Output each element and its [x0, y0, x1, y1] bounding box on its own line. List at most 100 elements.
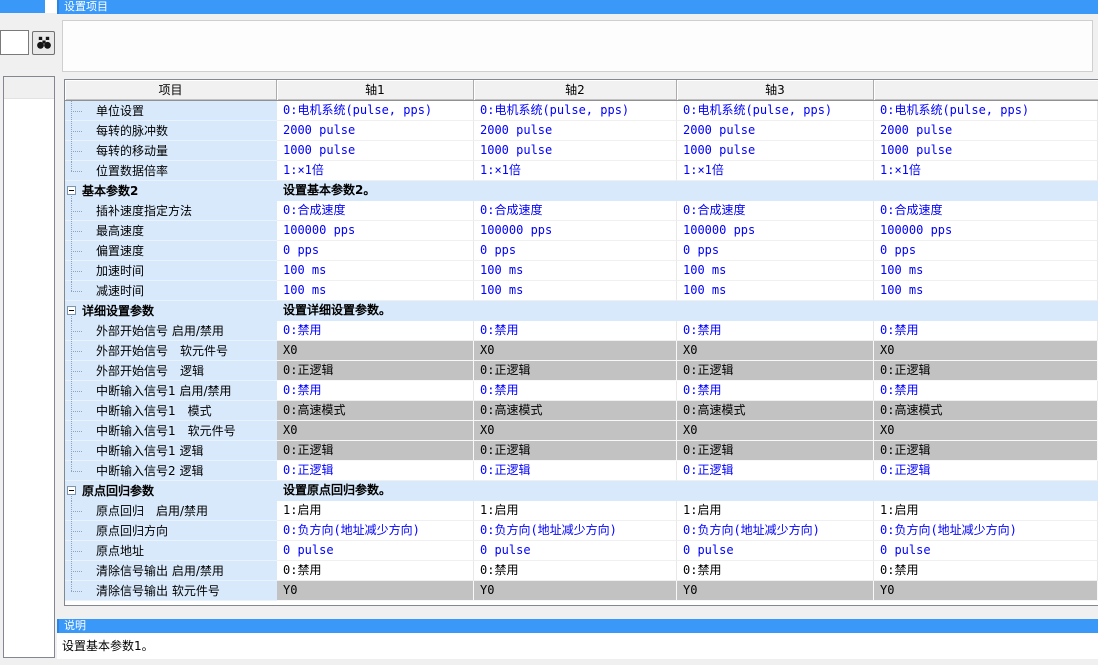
param-value-cell-axis4[interactable]: 1:启用 [874, 501, 1098, 521]
tree-item-cell[interactable]: 插补速度指定方法 [65, 201, 277, 221]
param-value-cell-axis2[interactable]: 1:启用 [474, 501, 677, 521]
param-value-cell-axis3[interactable]: 100000 pps [677, 221, 874, 241]
param-value-cell-axis1[interactable]: 0:禁用 [277, 321, 474, 341]
param-value-cell-axis1[interactable]: 0:禁用 [277, 381, 474, 401]
tree-item-cell[interactable]: 减速时间 [65, 281, 277, 301]
tree-item-cell[interactable]: 中断输入信号1 软元件号 [65, 421, 277, 441]
param-value-cell-axis4: Y0 [874, 581, 1098, 601]
param-value-cell-axis3[interactable]: 0:禁用 [677, 381, 874, 401]
param-value-cell-axis1[interactable]: 0 pps [277, 241, 474, 261]
param-value-cell-axis1[interactable]: 100000 pps [277, 221, 474, 241]
tree-item-cell[interactable]: 位置数据倍率 [65, 161, 277, 181]
param-value-cell-axis2[interactable]: 0:禁用 [474, 561, 677, 581]
tree-item-cell[interactable]: 外部开始信号 软元件号 [65, 341, 277, 361]
param-value-cell-axis1[interactable]: 0:禁用 [277, 561, 474, 581]
param-value-cell-axis3[interactable]: 1:×1倍 [677, 161, 874, 181]
tree-item-cell[interactable]: 最高速度 [65, 221, 277, 241]
param-value-cell-axis4[interactable]: 1:×1倍 [874, 161, 1098, 181]
param-value-cell-axis2[interactable]: 100 ms [474, 261, 677, 281]
param-value-cell-axis2[interactable]: 100000 pps [474, 221, 677, 241]
param-value-cell-axis1[interactable]: 1:×1倍 [277, 161, 474, 181]
param-value-cell-axis1[interactable]: 0:电机系统(pulse, pps) [277, 101, 474, 121]
param-value-cell-axis4[interactable]: 0:电机系统(pulse, pps) [874, 101, 1098, 121]
tree-item-cell[interactable]: 每转的脉冲数 [65, 121, 277, 141]
tree-item-cell[interactable]: 中断输入信号2 逻辑 [65, 461, 277, 481]
tree-item-cell[interactable]: 中断输入信号1 逻辑 [65, 441, 277, 461]
tree-item-cell[interactable]: 中断输入信号1 启用/禁用 [65, 381, 277, 401]
param-value-cell-axis3: 0:正逻辑 [677, 441, 874, 461]
tree-item-cell[interactable]: 原点回归 启用/禁用 [65, 501, 277, 521]
param-row: 加速时间100 ms100 ms100 ms100 ms [65, 261, 1098, 281]
param-value-cell-axis4[interactable]: 0:禁用 [874, 561, 1098, 581]
tree-item-cell[interactable]: 原点地址 [65, 541, 277, 561]
param-value-cell-axis4[interactable]: 0:正逻辑 [874, 461, 1098, 481]
param-value-cell-axis1[interactable]: 2000 pulse [277, 121, 474, 141]
param-value-cell-axis2[interactable]: 0:正逻辑 [474, 461, 677, 481]
param-value-cell-axis3[interactable]: 0:正逻辑 [677, 461, 874, 481]
tree-item-cell[interactable]: 每转的移动量 [65, 141, 277, 161]
param-value-cell-axis2[interactable]: 100 ms [474, 281, 677, 301]
param-value-cell-axis4[interactable]: 0 pulse [874, 541, 1098, 561]
param-value-cell-axis1[interactable]: 0 pulse [277, 541, 474, 561]
param-value-cell-axis4[interactable]: 100 ms [874, 281, 1098, 301]
param-value-cell-axis3[interactable]: 0:负方向(地址减少方向) [677, 521, 874, 541]
tree-item-cell[interactable]: 原点回归方向 [65, 521, 277, 541]
collapse-minus-icon[interactable] [67, 306, 76, 315]
param-value-cell-axis2[interactable]: 2000 pulse [474, 121, 677, 141]
param-value-cell-axis2[interactable]: 0 pulse [474, 541, 677, 561]
empty-toolbar-area [62, 20, 1093, 72]
param-value-cell-axis3[interactable]: 0:禁用 [677, 561, 874, 581]
param-value-cell-axis2[interactable]: 0:禁用 [474, 381, 677, 401]
param-value-cell-axis4[interactable]: 1000 pulse [874, 141, 1098, 161]
param-value-cell-axis1[interactable]: 0:合成速度 [277, 201, 474, 221]
param-value-cell-axis4[interactable]: 0 pps [874, 241, 1098, 261]
param-value-cell-axis3[interactable]: 0:合成速度 [677, 201, 874, 221]
param-value-cell-axis2[interactable]: 0:合成速度 [474, 201, 677, 221]
param-value-cell-axis1[interactable]: 0:正逻辑 [277, 461, 474, 481]
param-value-cell-axis3[interactable]: 0:电机系统(pulse, pps) [677, 101, 874, 121]
tree-item-cell[interactable]: 清除信号输出 启用/禁用 [65, 561, 277, 581]
collapse-minus-icon[interactable] [67, 486, 76, 495]
param-value-cell-axis4[interactable]: 2000 pulse [874, 121, 1098, 141]
param-value-cell-axis2[interactable]: 1:×1倍 [474, 161, 677, 181]
description-panel-titlebar: 说明 [57, 619, 1098, 633]
tree-item-cell[interactable]: 加速时间 [65, 261, 277, 281]
param-value-cell-axis3[interactable]: 2000 pulse [677, 121, 874, 141]
param-value-cell-axis2: X0 [474, 421, 677, 441]
param-value-cell-axis4[interactable]: 100000 pps [874, 221, 1098, 241]
tree-group-cell[interactable]: 原点回归参数 [65, 481, 277, 501]
param-value-cell-axis3[interactable]: 1:启用 [677, 501, 874, 521]
param-value-cell-axis3[interactable]: 0 pps [677, 241, 874, 261]
tree-item-cell[interactable]: 中断输入信号1 模式 [65, 401, 277, 421]
param-value-cell-axis4[interactable]: 0:禁用 [874, 321, 1098, 341]
param-value-cell-axis2[interactable]: 1000 pulse [474, 141, 677, 161]
tree-group-cell[interactable]: 基本参数2 [65, 181, 277, 201]
param-value-cell-axis2[interactable]: 0:负方向(地址减少方向) [474, 521, 677, 541]
tree-item-cell[interactable]: 单位设置 [65, 101, 277, 121]
find-button[interactable] [32, 31, 55, 55]
collapse-minus-icon[interactable] [67, 186, 76, 195]
param-value-cell-axis2[interactable]: 0:禁用 [474, 321, 677, 341]
tree-item-cell[interactable]: 外部开始信号 逻辑 [65, 361, 277, 381]
tree-item-cell[interactable]: 清除信号输出 软元件号 [65, 581, 277, 601]
param-value-cell-axis1[interactable]: 1:启用 [277, 501, 474, 521]
tree-item-cell[interactable]: 外部开始信号 启用/禁用 [65, 321, 277, 341]
param-value-cell-axis4[interactable]: 0:禁用 [874, 381, 1098, 401]
param-value-cell-axis2[interactable]: 0 pps [474, 241, 677, 261]
param-value-cell-axis1[interactable]: 1000 pulse [277, 141, 474, 161]
param-value-cell-axis4[interactable]: 100 ms [874, 261, 1098, 281]
param-value-cell-axis4[interactable]: 0:负方向(地址减少方向) [874, 521, 1098, 541]
param-value-cell-axis3[interactable]: 100 ms [677, 281, 874, 301]
param-value-cell-axis3[interactable]: 1000 pulse [677, 141, 874, 161]
param-value-cell-axis3[interactable]: 100 ms [677, 261, 874, 281]
param-value-cell-axis1[interactable]: 0:负方向(地址减少方向) [277, 521, 474, 541]
tree-group-cell[interactable]: 详细设置参数 [65, 301, 277, 321]
param-value-cell-axis2[interactable]: 0:电机系统(pulse, pps) [474, 101, 677, 121]
param-value-cell-axis3[interactable]: 0 pulse [677, 541, 874, 561]
tree-item-cell[interactable]: 偏置速度 [65, 241, 277, 261]
param-value-cell-axis3[interactable]: 0:禁用 [677, 321, 874, 341]
search-input[interactable] [0, 30, 29, 55]
param-value-cell-axis4[interactable]: 0:合成速度 [874, 201, 1098, 221]
param-value-cell-axis1[interactable]: 100 ms [277, 261, 474, 281]
param-value-cell-axis1[interactable]: 100 ms [277, 281, 474, 301]
